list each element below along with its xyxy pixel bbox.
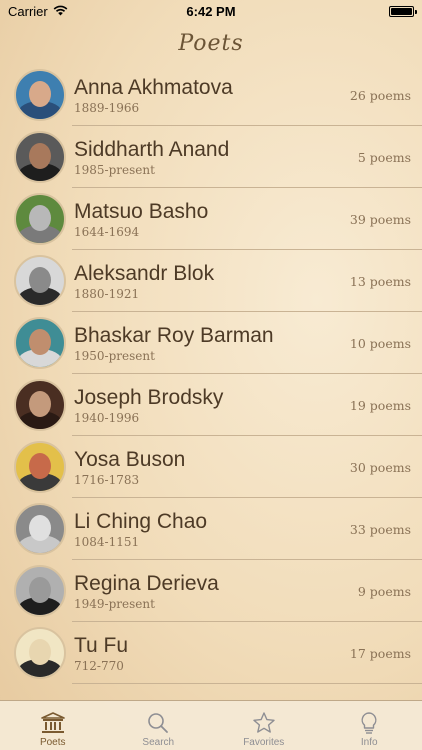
avatar-face (29, 577, 51, 603)
tab-favorites[interactable]: Favorites (211, 701, 317, 750)
poet-text: Regina Derieva 1949-present (74, 571, 358, 612)
poet-years: 1084-1151 (74, 534, 140, 549)
poet-text: Li Ching Chao 1084-1151 (74, 509, 350, 550)
poet-name: Siddharth Anand (74, 137, 230, 161)
battery-icon (389, 5, 417, 17)
poet-text: Bhaskar Roy Barman 1950-present (74, 323, 350, 364)
poet-years: 1889-1966 (74, 100, 140, 115)
poem-count: 33 poems (349, 521, 411, 537)
poet-avatar (14, 255, 66, 307)
poet-years: 712-770 (74, 658, 124, 673)
avatar-face (29, 143, 51, 169)
poet-avatar (14, 131, 66, 183)
status-bar: Carrier 6:42 PM (0, 0, 422, 22)
tab-label-search: Search (142, 737, 175, 748)
poet-avatar (14, 379, 66, 431)
poet-text: Tu Fu 712-770 (74, 633, 350, 674)
poem-count: 9 poems (357, 583, 411, 599)
poet-name: Anna Akhmatova (74, 75, 233, 99)
avatar-face (29, 329, 51, 355)
poet-avatar (14, 69, 66, 121)
poet-name: Yosa Buson (74, 447, 186, 471)
poet-avatar (14, 565, 66, 617)
poet-avatar (14, 503, 66, 555)
poet-name: Matsuo Basho (74, 199, 209, 223)
poet-row[interactable]: Li Ching Chao 1084-1151 33 poems (0, 498, 422, 560)
poet-years: 1985-present (74, 162, 155, 177)
poet-text: Aleksandr Blok 1880-1921 (74, 261, 350, 302)
tab-search[interactable]: Search (106, 701, 212, 750)
poem-count: 5 poems (357, 149, 411, 165)
tab-info[interactable]: Info (317, 701, 422, 750)
avatar-face (29, 81, 51, 107)
page-title: Poets (178, 30, 244, 56)
carrier-label: Carrier (8, 3, 48, 19)
poem-count: 13 poems (349, 273, 411, 289)
tab-label-info: Info (360, 737, 378, 748)
poem-count: 19 poems (349, 397, 411, 413)
poet-name: Bhaskar Roy Barman (74, 323, 274, 347)
poet-row[interactable]: Tu Fu 712-770 17 poems (0, 622, 422, 684)
poet-row[interactable]: Yosa Buson 1716-1783 30 poems (0, 436, 422, 498)
poet-text: Joseph Brodsky 1940-1996 (74, 385, 350, 426)
avatar-face (29, 267, 51, 293)
tab-label-favorites: Favorites (243, 737, 285, 748)
poem-count: 17 poems (349, 645, 411, 661)
avatar-face (29, 639, 51, 665)
avatar-face (29, 515, 51, 541)
poet-text: Siddharth Anand 1985-present (74, 137, 358, 178)
poet-row[interactable]: Joseph Brodsky 1940-1996 19 poems (0, 374, 422, 436)
poet-years: 1949-present (74, 596, 155, 611)
poet-row[interactable]: Matsuo Basho 1644-1694 39 poems (0, 188, 422, 250)
poet-row[interactable]: Anna Akhmatova 1889-1966 26 poems (0, 64, 422, 126)
poem-count: 39 poems (349, 211, 411, 227)
poet-row[interactable]: Aleksandr Blok 1880-1921 13 poems (0, 250, 422, 312)
poet-row[interactable]: Regina Derieva 1949-present 9 poems (0, 560, 422, 622)
poet-avatar (14, 317, 66, 369)
poet-name: Li Ching Chao (74, 509, 208, 533)
lightbulb-icon (356, 710, 382, 736)
poem-count: 10 poems (349, 335, 411, 351)
status-left: Carrier (8, 4, 68, 19)
poet-name: Joseph Brodsky (74, 385, 224, 409)
poets-list[interactable]: Anna Akhmatova 1889-1966 26 poems Siddharth… (0, 64, 422, 700)
poet-text: Yosa Buson 1716-1783 (74, 447, 350, 488)
poet-name: Aleksandr Blok (74, 261, 215, 285)
avatar-face (29, 391, 51, 417)
poet-years: 1880-1921 (74, 286, 140, 301)
poet-name: Regina Derieva (74, 571, 219, 595)
magnifier-icon (145, 710, 171, 736)
tab-bar: Poets Search Favorites Info (0, 700, 422, 750)
poet-row[interactable]: Siddharth Anand 1985-present 5 poems (0, 126, 422, 188)
poem-count: 30 poems (349, 459, 411, 475)
poet-text: Anna Akhmatova 1889-1966 (74, 75, 350, 116)
wifi-icon (53, 4, 68, 19)
avatar-face (29, 205, 51, 231)
poet-avatar (14, 193, 66, 245)
poet-text: Matsuo Basho 1644-1694 (74, 199, 350, 240)
tab-label-poets: Poets (39, 737, 66, 748)
poet-name: Tu Fu (74, 633, 129, 657)
poet-years: 1940-1996 (74, 410, 140, 425)
poet-row[interactable]: Bhaskar Roy Barman 1950-present 10 poems (0, 312, 422, 374)
building-columns-icon (40, 710, 66, 736)
tab-poets[interactable]: Poets (0, 701, 106, 750)
poem-count: 26 poems (349, 87, 411, 103)
poet-avatar (14, 441, 66, 493)
avatar-face (29, 453, 51, 479)
star-icon (251, 710, 277, 736)
poet-avatar (14, 627, 66, 679)
poet-years: 1716-1783 (74, 472, 140, 487)
poet-years: 1950-present (74, 348, 155, 363)
poet-years: 1644-1694 (74, 224, 140, 239)
